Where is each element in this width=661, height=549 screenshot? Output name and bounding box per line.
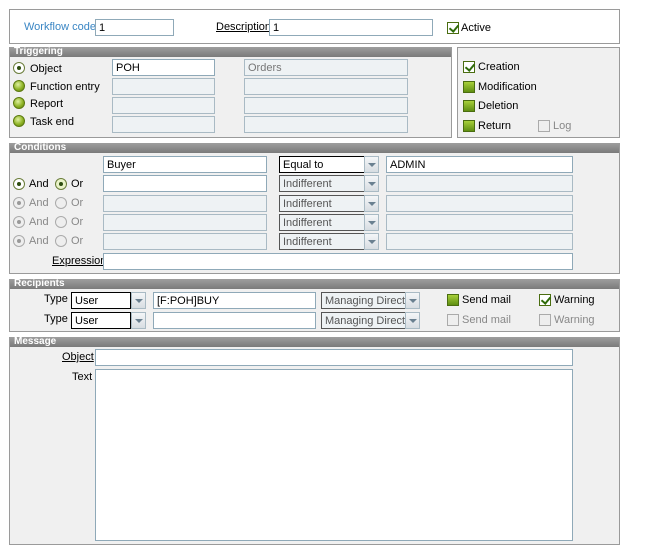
send-mail-label: Send mail: [462, 294, 511, 306]
condition-or-label: Or: [71, 197, 84, 209]
condition-and-label: And: [29, 216, 49, 228]
expression-input[interactable]: [103, 253, 573, 270]
condition-or-radio[interactable]: [55, 178, 67, 190]
trigger-report-radio[interactable]: [13, 97, 25, 109]
trigger-task-code-input[interactable]: [112, 116, 215, 133]
condition-or-label: Or: [71, 216, 84, 228]
trigger-report-code-input[interactable]: [112, 97, 215, 114]
condition-operator-dropdown-icon[interactable]: [364, 156, 379, 173]
condition-field-input[interactable]: Buyer: [103, 156, 267, 173]
condition-or-label: Or: [71, 178, 84, 190]
condition-operator-select[interactable]: Equal to: [279, 156, 365, 173]
message-object-input[interactable]: [95, 349, 573, 366]
log-label: Log: [553, 120, 572, 132]
conditions-header: Conditions: [10, 143, 619, 153]
recipient-type-dropdown-icon[interactable]: [131, 312, 146, 329]
condition-field-input[interactable]: [103, 175, 267, 192]
trigger-object-description: Orders: [244, 59, 408, 76]
condition-and-radio[interactable]: [13, 216, 25, 228]
deletion-checkbox[interactable]: [463, 100, 475, 112]
condition-operator-select[interactable]: Indifferent: [279, 233, 365, 250]
recipient-role-select[interactable]: Managing Director: [321, 292, 407, 309]
condition-value-input[interactable]: [386, 175, 573, 192]
condition-value-input[interactable]: [386, 233, 573, 250]
condition-field-input[interactable]: [103, 233, 267, 250]
condition-and-label: And: [29, 235, 49, 247]
warning-checkbox[interactable]: [539, 294, 551, 306]
message-object-label: Object: [62, 351, 94, 363]
condition-and-label: And: [29, 197, 49, 209]
workflow-code-label: Workflow code: [24, 21, 96, 33]
active-label: Active: [461, 22, 491, 34]
condition-operator-dropdown-icon[interactable]: [364, 233, 379, 250]
trigger-task-end-label: Task end: [30, 116, 75, 128]
trigger-function-entry-label: Function entry: [30, 81, 100, 93]
condition-field-input[interactable]: [103, 195, 267, 212]
recipient-address-input[interactable]: [F:POH]BUY: [153, 292, 316, 309]
workflow-code-input[interactable]: 1: [95, 19, 174, 36]
recipient-role-dropdown-icon[interactable]: [405, 292, 420, 309]
trigger-report-description: [244, 97, 408, 114]
recipients-header: Recipients: [10, 279, 619, 289]
return-checkbox[interactable]: [463, 120, 475, 132]
description-label: Description: [216, 21, 272, 33]
warning-label: Warning: [554, 314, 595, 326]
recipient-type-select[interactable]: User: [71, 312, 131, 329]
recipient-address-input[interactable]: [153, 312, 316, 329]
trigger-object-code-input[interactable]: POH: [112, 59, 215, 76]
trigger-function-entry-radio[interactable]: [13, 80, 25, 92]
condition-operator-dropdown-icon[interactable]: [364, 214, 379, 231]
send-mail-checkbox[interactable]: [447, 294, 459, 306]
condition-and-radio[interactable]: [13, 235, 25, 247]
trigger-task-end-radio[interactable]: [13, 115, 25, 127]
condition-or-label: Or: [71, 235, 84, 247]
trigger-function-code-input[interactable]: [112, 78, 215, 95]
recipient-type-label: Type: [44, 293, 68, 305]
trigger-object-label: Object: [30, 63, 62, 75]
message-header: Message: [10, 337, 619, 347]
trigger-object-radio[interactable]: [13, 62, 25, 74]
condition-operator-dropdown-icon[interactable]: [364, 195, 379, 212]
condition-value-input[interactable]: [386, 214, 573, 231]
condition-and-label: And: [29, 178, 49, 190]
trigger-task-description: [244, 116, 408, 133]
message-text-area[interactable]: [95, 369, 573, 541]
triggering-header: Triggering: [10, 47, 451, 57]
deletion-label: Deletion: [478, 100, 519, 112]
condition-value-input[interactable]: ADMIN: [386, 156, 573, 173]
condition-operator-dropdown-icon[interactable]: [364, 175, 379, 192]
return-label: Return: [478, 120, 512, 132]
creation-checkbox[interactable]: [463, 61, 475, 73]
condition-operator-select[interactable]: Indifferent: [279, 214, 365, 231]
modification-checkbox[interactable]: [463, 81, 475, 93]
condition-or-radio[interactable]: [55, 197, 67, 209]
message-text-label: Text: [72, 371, 93, 383]
recipient-role-select[interactable]: Managing Director: [321, 312, 407, 329]
creation-label: Creation: [478, 61, 520, 73]
condition-field-input[interactable]: [103, 214, 267, 231]
warning-label: Warning: [554, 294, 595, 306]
condition-and-radio[interactable]: [13, 197, 25, 209]
expression-label: Expression: [52, 255, 107, 267]
log-checkbox[interactable]: [538, 120, 550, 132]
warning-checkbox[interactable]: [539, 314, 551, 326]
description-input[interactable]: 1: [269, 19, 433, 36]
send-mail-label: Send mail: [462, 314, 511, 326]
condition-operator-select[interactable]: Indifferent: [279, 195, 365, 212]
recipient-role-dropdown-icon[interactable]: [405, 312, 420, 329]
condition-operator-select[interactable]: Indifferent: [279, 175, 365, 192]
condition-and-radio[interactable]: [13, 178, 25, 190]
modification-label: Modification: [478, 81, 537, 93]
condition-value-input[interactable]: [386, 195, 573, 212]
condition-or-radio[interactable]: [55, 235, 67, 247]
recipient-type-label: Type: [44, 313, 68, 325]
trigger-function-description: [244, 78, 408, 95]
active-checkbox[interactable]: [447, 22, 459, 34]
trigger-report-label: Report: [30, 98, 64, 110]
send-mail-checkbox[interactable]: [447, 314, 459, 326]
condition-or-radio[interactable]: [55, 216, 67, 228]
recipient-type-dropdown-icon[interactable]: [131, 292, 146, 309]
recipient-type-select[interactable]: User: [71, 292, 131, 309]
